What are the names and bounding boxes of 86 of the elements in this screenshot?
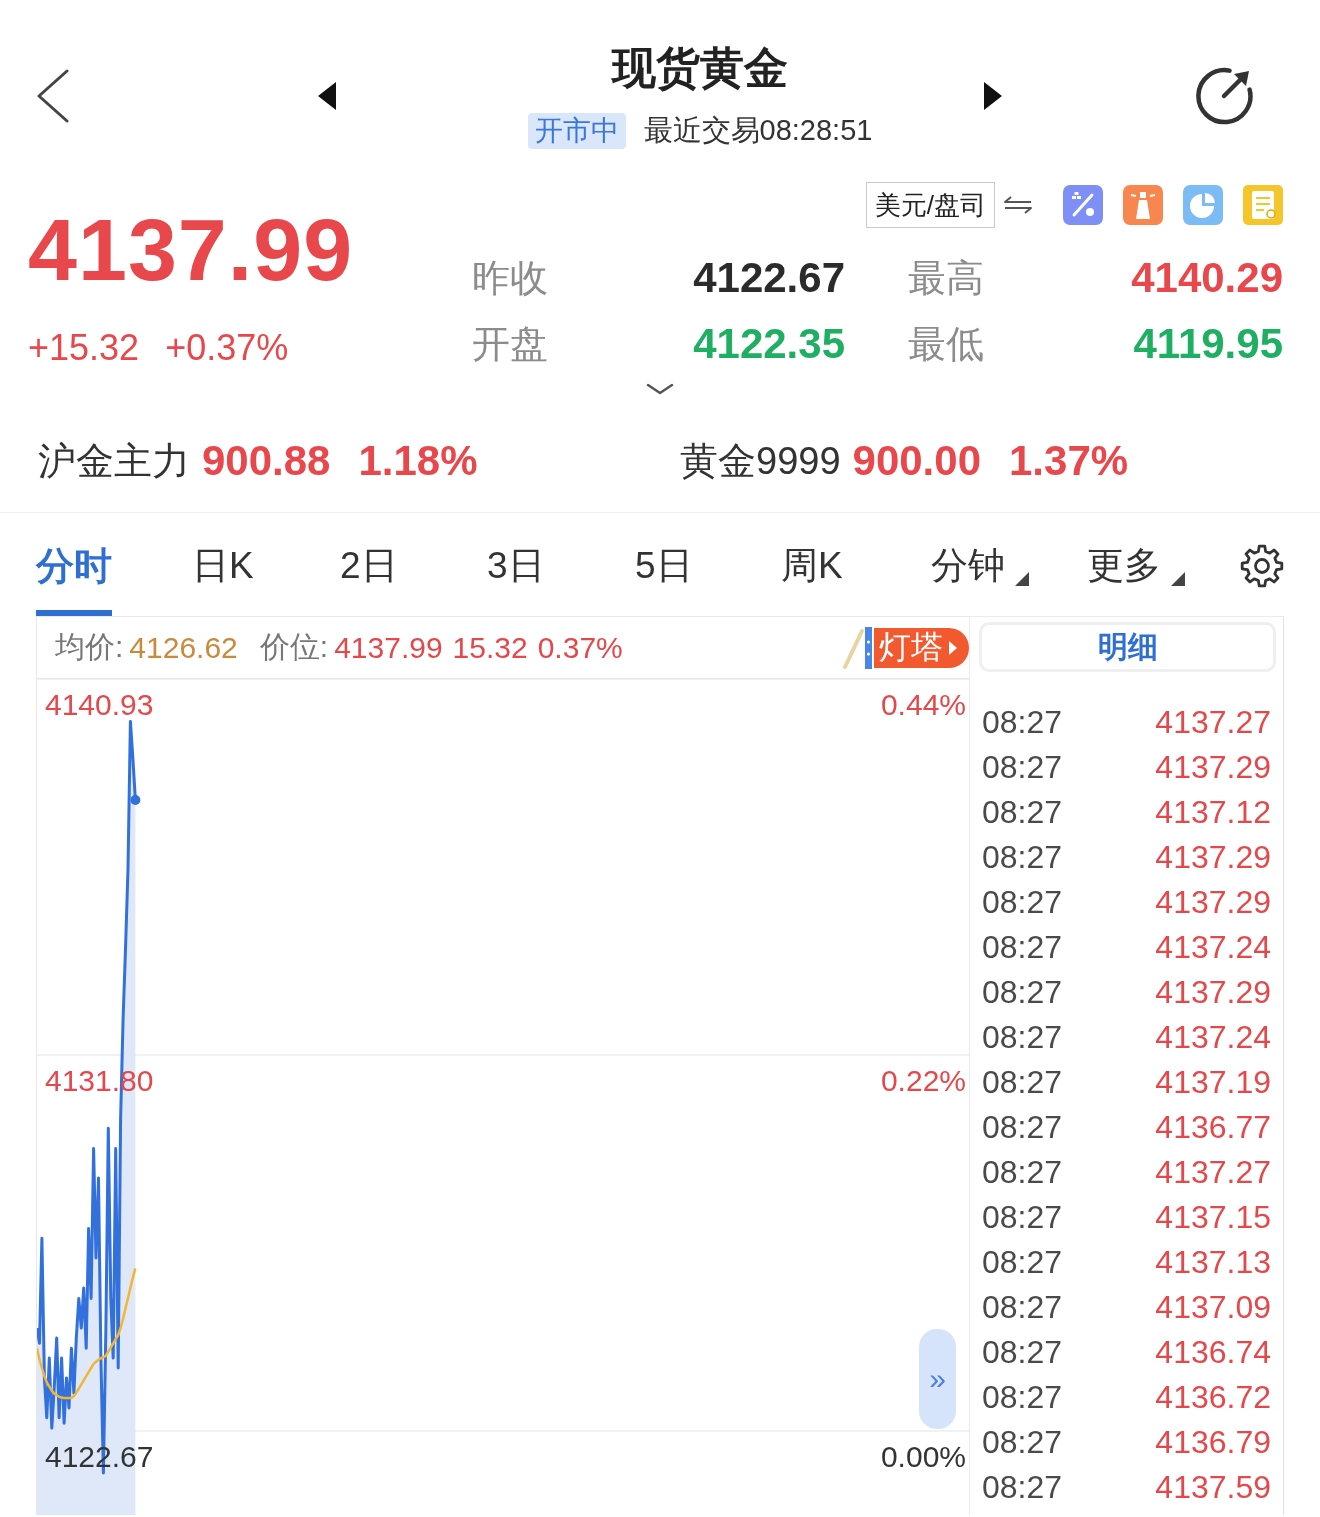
- trade-time: 08:27: [982, 839, 1063, 876]
- period-tab[interactable]: 3日: [487, 544, 545, 616]
- trade-price: 4136.79: [1155, 1424, 1271, 1461]
- trade-price: 4137.29: [1155, 974, 1271, 1011]
- contract-name: 沪金主力: [38, 438, 190, 484]
- price-change: +15.32: [28, 326, 140, 370]
- trade-price: 4137.15: [1155, 1199, 1271, 1236]
- stat-value: 4140.29: [1131, 254, 1283, 302]
- trade-time: 08:27: [982, 1199, 1063, 1236]
- percent-icon[interactable]: [1063, 185, 1103, 225]
- price-value: 4137.99: [334, 630, 443, 665]
- handle-icon[interactable]: [842, 624, 872, 671]
- trade-time: 08:27: [982, 1334, 1063, 1371]
- trade-price: 4136.72: [1155, 1379, 1271, 1416]
- page-title: 现货黄金: [612, 41, 788, 94]
- contract-change-percent: 1.18%: [358, 437, 478, 485]
- trade-price: 4137.13: [1155, 1244, 1271, 1281]
- period-tab[interactable]: 2日: [340, 544, 398, 616]
- stat-value: 4119.95: [1133, 320, 1283, 368]
- trade-price: 4137.24: [1155, 1019, 1271, 1056]
- expand-chevron-icon[interactable]: [646, 383, 674, 395]
- percent-axis-label: 0.00%: [880, 1440, 966, 1473]
- caret-right-icon[interactable]: [984, 81, 1002, 110]
- back-icon[interactable]: [36, 68, 70, 123]
- trade-time: 08:27: [982, 1469, 1063, 1506]
- trade-price: 4137.29: [1155, 749, 1271, 786]
- trade-price: 4137.29: [1155, 839, 1271, 876]
- trade-time: 08:27: [982, 974, 1063, 1011]
- axis-label: 4140.93: [45, 688, 154, 721]
- stat-value: 4122.35: [693, 320, 845, 368]
- unit-button[interactable]: 美元/盘司: [865, 182, 995, 228]
- current-price-dot: [130, 795, 141, 806]
- price-label: 价位:: [259, 629, 329, 665]
- trade-time: 08:27: [982, 884, 1063, 921]
- trade-time: 08:27: [982, 929, 1063, 966]
- price-change-percent: +0.37%: [165, 326, 289, 370]
- caret-left-icon[interactable]: [318, 81, 336, 110]
- average-price-value: 4126.62: [129, 630, 238, 665]
- percent-axis-label: 0.44%: [880, 688, 966, 721]
- trade-price: 4137.29: [1155, 884, 1271, 921]
- contract-name: 黄金9999: [680, 438, 841, 484]
- period-tab[interactable]: 分钟: [931, 544, 1029, 616]
- trade-time: 08:27: [982, 1154, 1063, 1191]
- percent-axis-label: 0.22%: [880, 1064, 966, 1097]
- current-price: 4137.99: [28, 200, 355, 300]
- contract-price: 900.88: [202, 437, 331, 485]
- swap-icon[interactable]: [1003, 196, 1033, 214]
- trade-price: 4137.12: [1155, 794, 1271, 831]
- trade-price: 4136.74: [1155, 1334, 1271, 1371]
- period-tab[interactable]: 周K: [781, 544, 843, 616]
- last-trade-time: 最近交易08:28:51: [643, 112, 873, 148]
- contract-change-percent: 1.37%: [1009, 437, 1129, 485]
- stat-label: 昨收: [472, 255, 549, 301]
- trade-price: 4137.59: [1155, 1469, 1271, 1506]
- period-tab[interactable]: 更多: [1087, 544, 1185, 616]
- trade-time: 08:27: [982, 1019, 1063, 1056]
- period-tab[interactable]: 分时: [36, 544, 112, 616]
- stat-label: 开盘: [472, 321, 549, 367]
- period-tab[interactable]: 5日: [635, 544, 693, 616]
- market-status-badge: 开市中: [527, 112, 626, 149]
- stat-value: 4122.67: [693, 254, 845, 302]
- trade-price: 4137.27: [1155, 704, 1271, 741]
- trade-time: 08:27: [982, 704, 1063, 741]
- trade-time: 08:27: [982, 1244, 1063, 1281]
- average-price-label: 均价:: [55, 629, 124, 665]
- trade-price: 4137.27: [1155, 1154, 1271, 1191]
- trade-price: 4137.09: [1155, 1289, 1271, 1326]
- trade-time: 08:27: [982, 1289, 1063, 1326]
- change-value: 15.32: [452, 630, 528, 665]
- trade-time: 08:27: [982, 749, 1063, 786]
- trade-price: 4136.77: [1155, 1109, 1271, 1146]
- trade-time: 08:27: [982, 794, 1063, 831]
- trade-time: 08:27: [982, 1424, 1063, 1461]
- change-percent-value: 0.37%: [537, 630, 623, 665]
- trade-price: 4137.19: [1155, 1064, 1271, 1101]
- trade-time: 08:27: [982, 1379, 1063, 1416]
- settings-icon[interactable]: [1240, 544, 1284, 588]
- trade-price: 4137.24: [1155, 929, 1271, 966]
- trade-time: 08:27: [982, 1109, 1063, 1146]
- stat-label: 最低: [907, 321, 985, 367]
- details-tab[interactable]: 明细: [979, 622, 1276, 672]
- contract-price: 900.00: [852, 437, 981, 485]
- period-tab[interactable]: 日K: [192, 544, 254, 616]
- caret-right-icon: [949, 640, 957, 655]
- stat-label: 最高: [907, 255, 985, 301]
- trade-time: 08:27: [982, 1064, 1063, 1101]
